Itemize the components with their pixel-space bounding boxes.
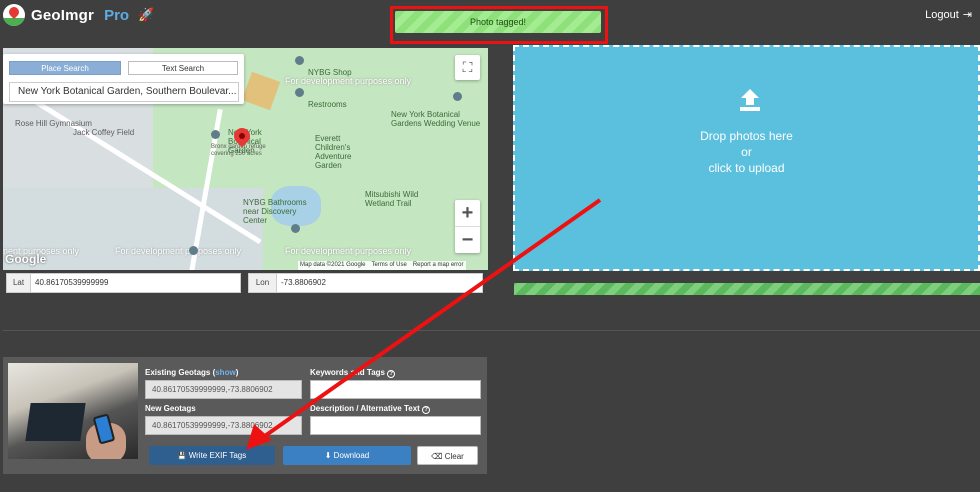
info-icon[interactable]: ? — [422, 406, 431, 414]
fullscreen-icon[interactable]: ⛶ — [455, 55, 480, 80]
logo-pro-label: Pro — [104, 6, 130, 24]
clear-button[interactable]: ⌫ Clear — [417, 446, 478, 465]
poi-icon[interactable] — [453, 92, 462, 101]
zoom-in-button[interactable]: + — [455, 200, 480, 226]
report-error-link[interactable]: Report a map error — [413, 261, 464, 270]
poi-icon[interactable] — [211, 130, 220, 139]
lat-field[interactable]: Lat 40.86170539999999 — [6, 273, 241, 293]
restroom-icon[interactable] — [291, 224, 300, 233]
photo-thumbnail[interactable] — [8, 363, 138, 459]
drop-text-line2: or — [741, 145, 752, 159]
description-label: Description / Alternative Text ? — [310, 404, 431, 414]
google-logo: Google — [5, 252, 47, 266]
pin-center — [239, 133, 245, 139]
logout-icon: ⇥ — [962, 9, 972, 21]
logo-text: GeoImgr — [31, 6, 95, 24]
new-geotags-label: New Geotags — [145, 404, 196, 413]
download-icon: ⬇ — [324, 451, 332, 460]
info-icon[interactable]: ? — [387, 370, 396, 378]
existing-geotags-label: Existing Geotags (show) — [145, 368, 239, 377]
save-icon: 💾 — [177, 453, 187, 460]
map-label: NYBG Bathrooms near Discovery Center — [243, 198, 307, 225]
download-button[interactable]: ⬇ Download — [283, 446, 411, 465]
map-label: Mitsubishi Wild Wetland Trail — [365, 190, 419, 208]
write-exif-label: Write EXIF Tags — [188, 451, 247, 460]
app-logo[interactable]: GeoImgr Pro 🚀 — [3, 4, 154, 26]
logout-label: Logout — [925, 8, 959, 21]
lat-input[interactable]: 40.86170539999999 — [31, 274, 108, 292]
keywords-label: Keywords and Tags ? — [310, 368, 396, 378]
lat-label: Lat — [7, 274, 31, 292]
poi-icon[interactable] — [295, 56, 304, 65]
eraser-icon: ⌫ — [431, 452, 443, 461]
drop-text-line3: click to upload — [708, 161, 785, 175]
terms-link[interactable]: Terms of Use — [371, 261, 406, 270]
description-input[interactable] — [310, 416, 481, 435]
new-geotags-field: 40.86170539999999,-73.8806902 — [145, 416, 302, 435]
map-label: Jack Coffey Field — [73, 128, 135, 137]
map-label: For development purposes only — [285, 246, 412, 256]
map-label: For development purposes only — [115, 246, 242, 256]
download-label: Download — [333, 451, 370, 460]
lon-field[interactable]: Lon -73.8806902 — [248, 273, 483, 293]
map-label: Everett Children's Adventure Garden — [315, 134, 352, 170]
map-label: Bronx garden refuge covering 250 acres — [211, 144, 266, 157]
lon-label: Lon — [249, 274, 277, 292]
upload-dropzone[interactable]: Drop photos here or click to upload — [513, 45, 980, 271]
map-attribution: Map data ©2021 Google Terms of Use Repor… — [298, 261, 466, 270]
write-exif-button[interactable]: 💾 Write EXIF Tags — [149, 446, 275, 465]
success-toast: Photo tagged! — [395, 11, 601, 33]
map-view[interactable]: For development purposes only nent purpo… — [3, 48, 488, 270]
keywords-input[interactable] — [310, 380, 481, 399]
map-label: Rose Hill Gymnasium — [15, 119, 92, 128]
tab-place-search[interactable]: Place Search — [9, 61, 121, 75]
clear-label: Clear — [444, 452, 464, 461]
section-divider — [3, 330, 980, 331]
drop-text-line1: Drop photos here — [700, 129, 793, 143]
map-label: New York Botanical Gardens Wedding Venue — [391, 110, 481, 128]
rocket-icon: 🚀 — [138, 7, 155, 22]
show-link[interactable]: show — [215, 368, 235, 377]
poi-icon[interactable] — [189, 246, 198, 255]
map-label: Restrooms — [308, 100, 347, 109]
tab-text-search[interactable]: Text Search — [128, 61, 238, 75]
zoom-control: + − — [455, 200, 480, 253]
restroom-icon[interactable] — [295, 88, 304, 97]
logout-link[interactable]: Logout ⇥ — [925, 8, 972, 22]
lon-input[interactable]: -73.8806902 — [277, 274, 326, 292]
map-label: For development purposes only — [285, 76, 412, 86]
existing-geotags-field: 40.86170539999999,-73.8806902 — [145, 380, 302, 399]
map-pin-logo-icon — [3, 4, 25, 26]
upload-progress-bar — [514, 283, 980, 295]
thumb-laptop — [25, 403, 86, 441]
upload-icon — [740, 89, 760, 111]
zoom-out-button[interactable]: − — [455, 227, 480, 253]
search-card: Place Search Text Search New York Botani… — [3, 54, 244, 104]
map-label: NYBG Shop — [308, 68, 352, 77]
place-search-input[interactable]: New York Botanical Garden, Southern Boul… — [9, 82, 239, 102]
map-data-credit: Map data ©2021 Google — [300, 262, 366, 268]
